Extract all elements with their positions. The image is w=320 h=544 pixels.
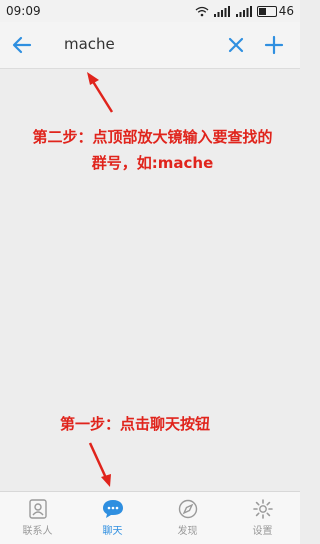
signal-icon-2 <box>235 5 252 17</box>
tab-discover-label: 发现 <box>177 526 198 537</box>
tab-chat-label: 聊天 <box>102 526 123 537</box>
contacts-icon <box>28 499 47 519</box>
chat-icon <box>102 500 123 518</box>
battery-fill <box>258 7 266 15</box>
search-bar: mache <box>0 22 300 69</box>
battery-indicator: 46 <box>256 4 294 18</box>
battery-level: 46 <box>278 4 294 18</box>
close-icon[interactable] <box>224 33 248 57</box>
annotation-step-one: 第一步：点击聊天按钮 <box>59 415 210 433</box>
settings-icon <box>252 499 273 519</box>
plus-icon[interactable] <box>262 33 286 57</box>
discover-icon <box>178 499 197 519</box>
signal-icon <box>213 5 230 17</box>
bottom-tab-bar: 联系人 聊天 发现 设置 <box>0 491 300 544</box>
tab-settings[interactable]: 设置 <box>225 492 300 544</box>
annotation-step-two-line2: 群号，如:mache <box>91 154 214 172</box>
tab-contacts-label: 联系人 <box>22 526 53 537</box>
search-input[interactable]: mache <box>64 35 115 53</box>
arrow-left-icon[interactable] <box>10 33 34 57</box>
annotation-step-two-line1: 第二步：点顶部放大镜输入要查找的 <box>32 128 273 146</box>
battery-icon <box>256 5 277 17</box>
status-bar: 09:09 46 <box>0 0 300 22</box>
tab-contacts[interactable]: 联系人 <box>0 492 75 544</box>
wifi-icon <box>195 6 209 16</box>
tab-settings-label: 设置 <box>252 526 273 537</box>
annotation-step-two: 第二步：点顶部放大镜输入要查找的 群号，如:mache <box>10 124 295 176</box>
tab-chat[interactable]: 聊天 <box>75 492 150 544</box>
tab-discover[interactable]: 发现 <box>150 492 225 544</box>
status-icons: 46 <box>195 4 294 18</box>
status-time: 09:09 <box>6 4 41 18</box>
